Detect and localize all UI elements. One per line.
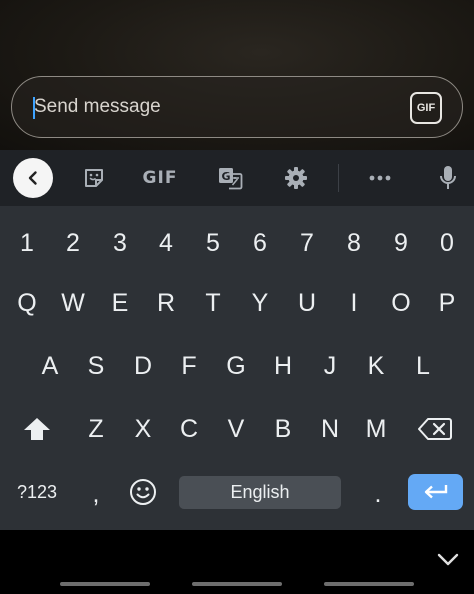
keyboard: 1 2 3 4 5 6 7 8 9 0 Q W E R T Y U I O P …	[0, 206, 474, 530]
shift-arrow-icon	[24, 418, 50, 440]
key-p[interactable]: P	[424, 283, 470, 323]
chevron-down-icon	[437, 553, 459, 566]
key-h[interactable]: H	[260, 346, 306, 386]
key-r[interactable]: R	[143, 283, 189, 323]
key-k[interactable]: K	[353, 346, 399, 386]
key-5[interactable]: 5	[190, 223, 236, 263]
settings-button[interactable]	[278, 150, 314, 206]
backspace-icon	[418, 418, 452, 440]
sticker-icon	[85, 169, 103, 187]
enter-key[interactable]	[408, 474, 463, 510]
toolbar-divider	[338, 164, 339, 192]
space-key[interactable]: English	[179, 476, 341, 509]
hide-keyboard-button[interactable]	[436, 552, 460, 568]
key-j[interactable]: J	[307, 346, 353, 386]
chevron-left-icon	[13, 158, 53, 198]
key-m[interactable]: M	[353, 409, 399, 449]
key-6[interactable]: 6	[237, 223, 283, 263]
key-3[interactable]: 3	[97, 223, 143, 263]
key-g[interactable]: G	[213, 346, 259, 386]
gear-icon	[285, 167, 307, 189]
key-d[interactable]: D	[120, 346, 166, 386]
nav-handle-left	[60, 582, 150, 586]
key-0[interactable]: 0	[424, 223, 470, 263]
keyboard-toolbar: GIF G	[0, 150, 474, 206]
gif-toolbar-label: GIF	[142, 168, 178, 188]
microphone-icon	[440, 166, 456, 189]
key-u[interactable]: U	[284, 283, 330, 323]
period-key[interactable]: .	[360, 474, 396, 514]
key-y[interactable]: Y	[237, 283, 283, 323]
key-q[interactable]: Q	[4, 283, 50, 323]
key-9[interactable]: 9	[378, 223, 424, 263]
key-l[interactable]: L	[400, 346, 446, 386]
navigation-bar	[0, 530, 474, 594]
key-b[interactable]: B	[260, 409, 306, 449]
gif-toolbar-button[interactable]: GIF	[138, 150, 182, 206]
key-7[interactable]: 7	[284, 223, 330, 263]
translate-button[interactable]: G	[212, 150, 248, 206]
key-f[interactable]: F	[166, 346, 212, 386]
symbols-key[interactable]: ?123	[8, 474, 66, 510]
voice-input-button[interactable]	[432, 150, 464, 206]
key-z[interactable]: Z	[73, 409, 119, 449]
key-a[interactable]: A	[27, 346, 73, 386]
translate-icon: G	[219, 168, 243, 190]
key-n[interactable]: N	[307, 409, 353, 449]
key-4[interactable]: 4	[143, 223, 189, 263]
gif-button[interactable]: GIF	[410, 92, 442, 124]
key-e[interactable]: E	[97, 283, 143, 323]
svg-text:G: G	[221, 170, 230, 183]
key-t[interactable]: T	[190, 283, 236, 323]
sticker-button[interactable]	[76, 150, 112, 206]
key-s[interactable]: S	[73, 346, 119, 386]
key-w[interactable]: W	[50, 283, 96, 323]
nav-handle-center	[192, 582, 282, 586]
message-input[interactable]: Send message	[34, 96, 161, 118]
more-dots-icon	[369, 175, 391, 181]
key-v[interactable]: V	[213, 409, 259, 449]
shift-key[interactable]	[14, 409, 60, 449]
back-button[interactable]	[12, 150, 54, 206]
conversation-background: Send message GIF	[0, 0, 474, 150]
key-c[interactable]: C	[166, 409, 212, 449]
message-composer[interactable]: Send message GIF	[11, 76, 463, 138]
key-1[interactable]: 1	[4, 223, 50, 263]
more-button[interactable]	[362, 150, 398, 206]
comma-key[interactable]: ,	[78, 474, 114, 514]
key-o[interactable]: O	[378, 283, 424, 323]
nav-handle-right	[324, 582, 414, 586]
smiley-icon	[130, 479, 156, 505]
emoji-key[interactable]	[124, 474, 162, 510]
key-2[interactable]: 2	[50, 223, 96, 263]
backspace-key[interactable]	[410, 409, 460, 449]
key-8[interactable]: 8	[331, 223, 377, 263]
key-i[interactable]: I	[331, 283, 377, 323]
key-x[interactable]: X	[120, 409, 166, 449]
enter-arrow-icon	[424, 485, 447, 499]
